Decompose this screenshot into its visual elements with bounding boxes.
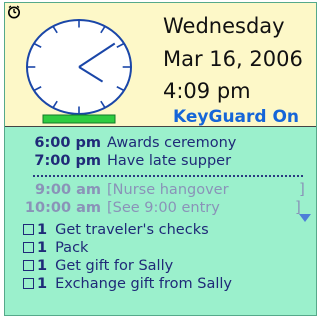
task-priority: 1 bbox=[37, 258, 48, 274]
appointment-time: 9:00 am bbox=[34, 182, 101, 198]
next-appointment-row[interactable]: 10:00 am [See 9:00 entry bbox=[5, 199, 220, 217]
bracket-right: ] bbox=[299, 180, 305, 198]
scroll-down-arrow-icon[interactable] bbox=[299, 214, 311, 223]
current-day: Wednesday bbox=[163, 14, 285, 38]
today-screen: Wednesday Mar 16, 2006 4:09 pm KeyGuard … bbox=[4, 2, 317, 316]
task-desc: Get traveler's checks bbox=[55, 222, 209, 238]
task-desc: Get gift for Sally bbox=[55, 258, 174, 274]
agenda-list: 6:00 pm Awards ceremony 7:00 pm Have late … bbox=[5, 127, 316, 315]
task-item[interactable]: 1 Exchange gift from Sally bbox=[23, 275, 232, 293]
analog-clock bbox=[26, 19, 132, 124]
clock-status-bar bbox=[42, 114, 116, 124]
appointment-time: 7:00 pm bbox=[34, 153, 101, 169]
appointment-desc: [Nurse hangover bbox=[107, 182, 229, 198]
appointment-desc: Have late supper bbox=[107, 153, 232, 169]
keyguard-status[interactable]: KeyGuard On bbox=[173, 107, 299, 127]
current-date: Mar 16, 2006 bbox=[163, 47, 303, 71]
day-divider bbox=[33, 175, 303, 177]
task-priority: 1 bbox=[37, 240, 48, 256]
task-checkbox[interactable] bbox=[23, 242, 34, 253]
task-checkbox[interactable] bbox=[23, 260, 34, 271]
appointment-row[interactable]: 7:00 pm Have late supper bbox=[5, 152, 231, 170]
task-checkbox[interactable] bbox=[23, 224, 34, 235]
appointment-desc: [See 9:00 entry bbox=[107, 200, 220, 216]
task-priority: 1 bbox=[37, 222, 48, 238]
task-desc: Pack bbox=[55, 240, 89, 256]
task-checkbox[interactable] bbox=[23, 278, 34, 289]
current-time: 4:09 pm bbox=[163, 79, 251, 103]
appointment-time: 6:00 pm bbox=[34, 135, 101, 151]
task-item[interactable]: 1 Get traveler's checks bbox=[23, 221, 209, 239]
task-item[interactable]: 1 Pack bbox=[23, 239, 88, 257]
task-item[interactable]: 1 Get gift for Sally bbox=[23, 257, 173, 275]
header-panel[interactable]: Wednesday Mar 16, 2006 4:09 pm KeyGuard … bbox=[5, 3, 316, 127]
next-appointment-row[interactable]: 9:00 am [Nurse hangover bbox=[5, 181, 229, 199]
task-priority: 1 bbox=[37, 276, 48, 292]
appointment-time: 10:00 am bbox=[24, 200, 101, 216]
task-desc: Exchange gift from Sally bbox=[55, 276, 233, 292]
appointment-row[interactable]: 6:00 pm Awards ceremony bbox=[5, 134, 236, 152]
appointment-desc: Awards ceremony bbox=[107, 135, 237, 151]
